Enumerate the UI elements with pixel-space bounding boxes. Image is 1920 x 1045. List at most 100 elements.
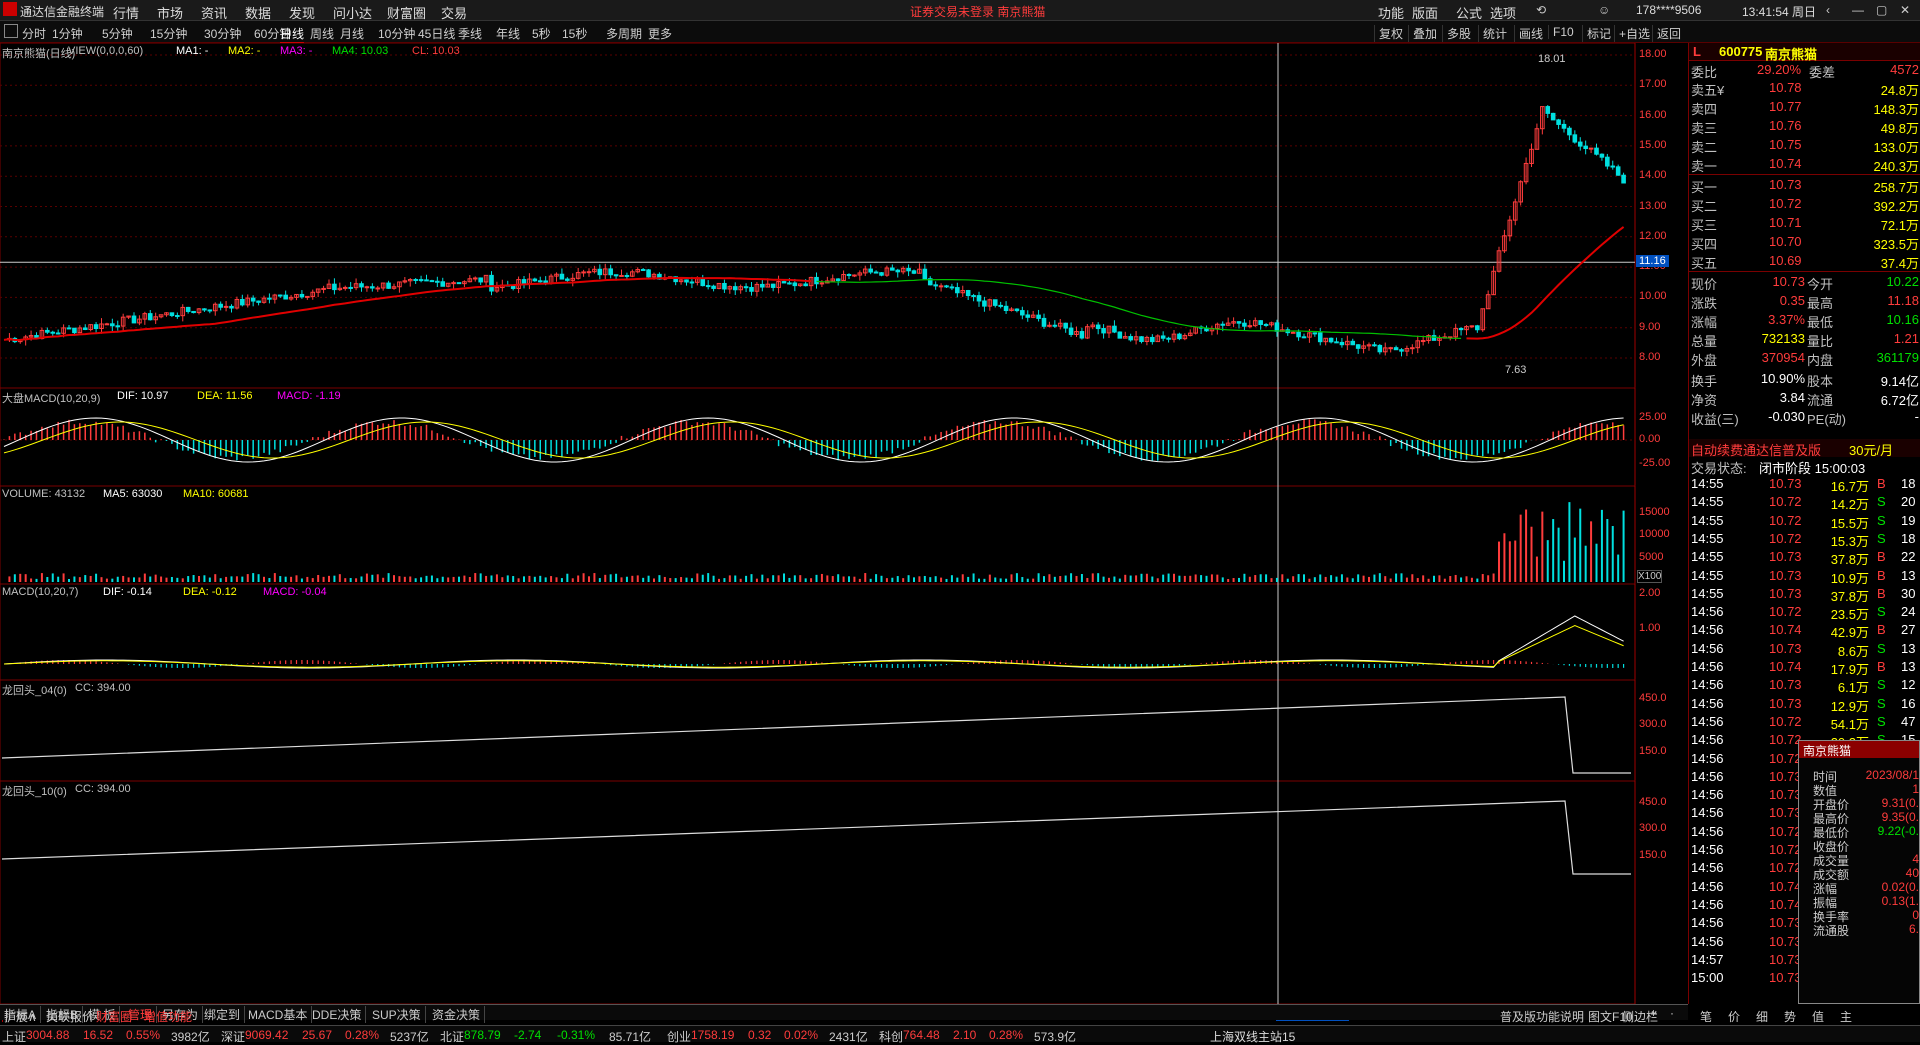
- bid-row-1[interactable]: 买二 10.72 392.2万: [1689, 195, 1920, 214]
- stat-value-b: 10.16: [1886, 312, 1919, 327]
- right-tab-0[interactable]: 笔: [1700, 1008, 1712, 1025]
- timeframe-10[interactable]: 45日线: [418, 25, 455, 42]
- main-ytick-6: 12.00: [1639, 229, 1667, 242]
- menu-data[interactable]: 数据: [245, 3, 271, 22]
- timeframe-9[interactable]: 10分钟: [378, 25, 415, 42]
- timeframe-7[interactable]: 周线: [310, 25, 334, 42]
- candle-body: [1079, 331, 1085, 339]
- menu-market[interactable]: 市场: [157, 3, 183, 22]
- bid-row-4[interactable]: 买五 10.69 37.4万: [1689, 252, 1920, 271]
- chart-tool-7[interactable]: +自选: [1614, 25, 1650, 42]
- timeframe-8[interactable]: 月线: [340, 25, 364, 42]
- bid-label: 买四: [1691, 237, 1718, 252]
- chart-tool-0[interactable]: 复权: [1374, 25, 1403, 42]
- maximize-icon[interactable]: ▢: [1876, 3, 1887, 17]
- timeframe-16[interactable]: 更多: [648, 25, 672, 42]
- timeframe-14[interactable]: 15秒: [562, 25, 587, 42]
- indicator-tab-7[interactable]: DDE决策: [312, 1006, 367, 1023]
- user-icon[interactable]: ☺: [1598, 3, 1610, 17]
- chart-tool-6[interactable]: 标记: [1582, 25, 1611, 42]
- indicator-tab-8[interactable]: SUP决策: [372, 1006, 426, 1023]
- right-tab-2[interactable]: 细: [1756, 1008, 1768, 1025]
- menu-ask[interactable]: 问小达: [333, 3, 372, 22]
- candle-body: [565, 278, 570, 281]
- ask-row-2[interactable]: 卖三 10.76 49.8万: [1689, 117, 1920, 136]
- timeframe-2[interactable]: 5分钟: [102, 25, 133, 42]
- bottom-right-2[interactable]: 侧边栏: [1622, 1008, 1658, 1025]
- bid-row-0[interactable]: 买一 10.73 258.7万: [1689, 176, 1920, 195]
- menu-discover[interactable]: 发现: [289, 3, 315, 22]
- bottom-right-0[interactable]: 普及版功能说明: [1500, 1008, 1584, 1025]
- right-tab-5[interactable]: 主: [1840, 1008, 1852, 1025]
- ext-tab-2[interactable]: 财富圈: [96, 1008, 132, 1025]
- indicator-tab-5[interactable]: 绑定到: [204, 1006, 246, 1023]
- kline-chart-area[interactable]: 南京熊猫(日线) VIEW(0,0,0,60) MA1: - MA2: - MA3: -…: [0, 42, 1688, 1022]
- refresh-icon[interactable]: ⟲: [1536, 3, 1546, 17]
- timeframe-13[interactable]: 5秒: [532, 25, 551, 42]
- chart-tool-3[interactable]: 统计: [1478, 25, 1507, 42]
- ma-line-red-2: [1466, 226, 1625, 340]
- ask-row-3[interactable]: 卖二 10.75 133.0万: [1689, 136, 1920, 155]
- ask-price: 10.77: [1769, 99, 1802, 114]
- back-icon[interactable]: ‹: [1826, 3, 1830, 17]
- chart-tool-8[interactable]: 返回: [1652, 25, 1681, 42]
- menu-layout[interactable]: 版面: [1412, 3, 1438, 22]
- index-name-0[interactable]: 上证: [2, 1028, 26, 1045]
- indicator-tab-6[interactable]: MACD基本: [248, 1006, 313, 1023]
- ask-row-0[interactable]: 卖五¥ 10.78 24.8万: [1689, 79, 1920, 98]
- timeframe-1[interactable]: 1分钟: [52, 25, 83, 42]
- right-tab-3[interactable]: 势: [1784, 1008, 1796, 1025]
- ext-tab-0[interactable]: 扩展∧: [4, 1008, 37, 1025]
- minimize-icon[interactable]: —: [1852, 3, 1864, 17]
- chart-tool-5[interactable]: F10: [1548, 25, 1574, 39]
- menu-news[interactable]: 资讯: [201, 3, 227, 22]
- legend-main_panel-2: MA1: -: [176, 45, 209, 57]
- ask-row-1[interactable]: 卖四 10.77 148.3万: [1689, 98, 1920, 117]
- timeframe-0[interactable]: 分时: [22, 25, 46, 42]
- candle-body: [440, 281, 446, 287]
- ext-tab-1[interactable]: 关联报价: [46, 1008, 94, 1025]
- legend-macd2-3: MACD: -0.04: [263, 586, 327, 598]
- index-name-3[interactable]: 创业: [667, 1028, 691, 1045]
- menu-quote[interactable]: 行情: [113, 3, 139, 22]
- timeframe-11[interactable]: 季线: [458, 25, 482, 42]
- ext-tab-3[interactable]: 增值功能: [144, 1008, 192, 1025]
- index-name-2[interactable]: 北证: [440, 1028, 464, 1045]
- chart-tool-2[interactable]: 多股: [1442, 25, 1471, 42]
- menu-options[interactable]: 选项: [1490, 3, 1516, 22]
- right-tab-1[interactable]: 价: [1728, 1008, 1740, 1025]
- timeframe-3[interactable]: 15分钟: [150, 25, 187, 42]
- timeframe-12[interactable]: 年线: [496, 25, 520, 42]
- ask-row-4[interactable]: 卖一 10.74 240.3万: [1689, 155, 1920, 174]
- stat-label-b: 流通: [1807, 393, 1834, 408]
- right-tab-4[interactable]: 值: [1812, 1008, 1824, 1025]
- bid-label: 买五: [1691, 256, 1718, 271]
- chart-tool-1[interactable]: 叠加: [1408, 25, 1437, 42]
- index-name-4[interactable]: 科创: [879, 1028, 903, 1045]
- close-icon[interactable]: ✕: [1900, 3, 1910, 17]
- menu-function[interactable]: 功能: [1378, 3, 1404, 22]
- timeframe-4[interactable]: 30分钟: [204, 25, 241, 42]
- account-id[interactable]: 178****9506: [1636, 3, 1701, 17]
- promo-banner[interactable]: 自动续费通达信普及版 30元/月: [1689, 439, 1920, 458]
- server-status[interactable]: 上海双线主站15: [1210, 1028, 1295, 1045]
- timeframe-15[interactable]: 多周期: [606, 25, 642, 42]
- timeframe-6[interactable]: 日线: [280, 25, 305, 43]
- bid-row-2[interactable]: 买三 10.71 72.1万: [1689, 214, 1920, 233]
- chart-canvas[interactable]: [0, 42, 1688, 1005]
- bid-volume: 392.2万: [1873, 199, 1919, 214]
- stat-value-a: 370954: [1761, 350, 1805, 365]
- menu-wealth[interactable]: 财富圈: [387, 3, 426, 22]
- title-bar: 通达信金融终端 行情 市场 资讯 数据 发现 问小达 财富圈 交易 证券交易未登…: [0, 0, 1920, 21]
- bid-row-3[interactable]: 买四 10.70 323.5万: [1689, 233, 1920, 252]
- menu-trade[interactable]: 交易: [441, 3, 467, 22]
- collapse-icon[interactable]: [4, 24, 18, 38]
- index-name-1[interactable]: 深证: [221, 1028, 245, 1045]
- indicator-tab-9[interactable]: 资金决策: [432, 1006, 486, 1023]
- more-tab-icon[interactable]: ·: [1670, 1006, 1674, 1020]
- chart-tool-4[interactable]: 画线: [1514, 25, 1543, 42]
- candle-body: [949, 286, 955, 289]
- index-change-0: 16.52: [83, 1028, 114, 1042]
- login-alert[interactable]: 证券交易未登录 南京熊猫: [910, 3, 1045, 20]
- menu-formula[interactable]: 公式: [1456, 3, 1482, 22]
